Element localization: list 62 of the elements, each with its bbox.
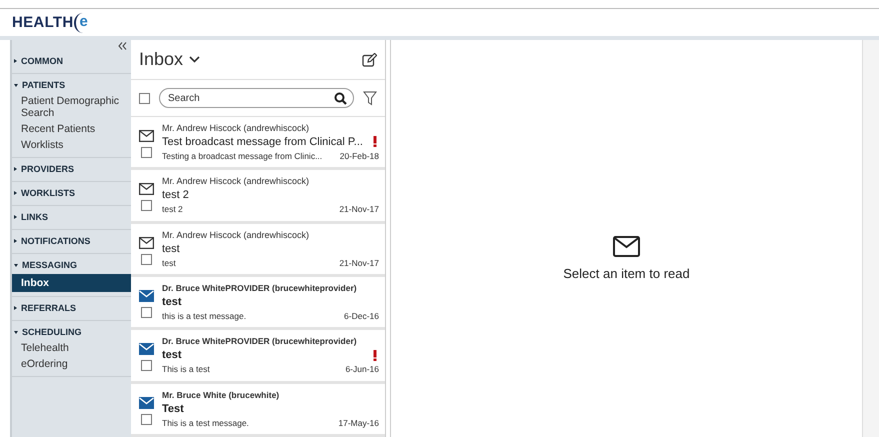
checkbox[interactable] bbox=[141, 200, 152, 212]
section-header[interactable]: SCHEDULING bbox=[12, 324, 131, 340]
message-preview: This is a test message. bbox=[162, 416, 249, 430]
sender-name: Mr. Andrew Hiscock (andrewhiscock) bbox=[162, 175, 310, 188]
message-item[interactable]: Mr. Andrew Hiscock (andrewhiscock) test 2 test 2 21-Nov-17 bbox=[131, 170, 385, 224]
sidebar-item[interactable]: Patient Demographic Search bbox=[12, 93, 131, 121]
filter-icon[interactable] bbox=[363, 90, 377, 106]
message-preview: Testing a broadcast message from Clinic... bbox=[162, 150, 322, 163]
search-icon[interactable] bbox=[334, 92, 347, 106]
sidebar-item[interactable]: Inbox bbox=[12, 274, 131, 292]
logo-text: HEALTH bbox=[12, 14, 74, 31]
section-header[interactable]: PROVIDERS bbox=[12, 161, 131, 177]
section-header[interactable]: WORKLISTS bbox=[12, 185, 131, 201]
select-all-checkbox[interactable] bbox=[139, 92, 150, 104]
message-preview: test 2 bbox=[162, 203, 183, 216]
message-preview: test bbox=[162, 256, 176, 270]
sender-name: Mr. Bruce White (brucewhite) bbox=[162, 388, 280, 401]
checkbox[interactable] bbox=[141, 360, 152, 372]
message-preview: this is a test message. bbox=[162, 310, 246, 323]
message-item[interactable]: Dr. Bruce WhitePROVIDER (brucewhiteprovider) test This is a test 6-Jun-16 bbox=[131, 330, 385, 384]
message-subject: Test broadcast message from Clinical P... bbox=[162, 134, 363, 150]
logo-mark: e bbox=[74, 12, 92, 32]
message-subject: test bbox=[162, 294, 182, 310]
message-date: 6-Dec-16 bbox=[344, 310, 379, 323]
sidebar-item[interactable]: Worklists bbox=[12, 137, 131, 153]
checkbox[interactable] bbox=[141, 254, 152, 265]
folder-dropdown[interactable]: Inbox bbox=[139, 49, 200, 70]
message-date: 17-May-16 bbox=[338, 416, 379, 430]
chevron-icon[interactable] bbox=[189, 56, 200, 64]
compose-icon[interactable] bbox=[362, 52, 377, 67]
section-header[interactable]: COMMON bbox=[12, 53, 131, 69]
checkbox[interactable] bbox=[141, 306, 152, 318]
message-subject: test bbox=[162, 348, 182, 364]
search-field[interactable]: Search bbox=[159, 88, 354, 108]
message-item[interactable]: Mr. Bruce White (brucewhite) Test This is a test message. 17-May-16 bbox=[131, 384, 385, 437]
sender-name: Mr. Andrew Hiscock (andrewhiscock) bbox=[162, 122, 310, 134]
message-date: 6-Jun-16 bbox=[345, 363, 379, 376]
sidebar-item[interactable]: Telehealth bbox=[12, 340, 131, 356]
envelope-icon bbox=[613, 236, 640, 257]
message-item[interactable]: Dr. Bruce WhitePROVIDER (brucewhiteprovider) test this is a test message. 6-Dec-16 bbox=[131, 276, 385, 330]
section-header[interactable]: LINKS bbox=[12, 209, 131, 225]
message-subject: test 2 bbox=[162, 188, 189, 204]
checkbox[interactable] bbox=[141, 146, 152, 158]
section-header[interactable]: MESSAGING bbox=[12, 257, 131, 273]
empty-state-text: Select an item to read bbox=[563, 266, 690, 281]
message-date: 21-Nov-17 bbox=[339, 256, 379, 270]
message-date: 21-Nov-17 bbox=[339, 203, 379, 216]
checkbox[interactable] bbox=[141, 414, 152, 425]
message-item[interactable]: Mr. Andrew Hiscock (andrewhiscock) Test broadcast message from Clinical P... Testing a broadcast message from Clinic... 20-Feb-18 bbox=[131, 116, 385, 170]
message-preview: This is a test bbox=[162, 363, 210, 376]
section-header[interactable]: NOTIFICATIONS bbox=[12, 233, 131, 249]
sidebar-item[interactable]: eOrdering bbox=[12, 356, 131, 372]
message-item[interactable]: Mr. Andrew Hiscock (andrewhiscock) test test 21-Nov-17 bbox=[131, 224, 385, 277]
message-subject: Test bbox=[162, 402, 184, 417]
message-date: 20-Feb-18 bbox=[340, 150, 379, 163]
sender-name: Dr. Bruce WhitePROVIDER (brucewhiteprovider) bbox=[162, 282, 358, 294]
section-header[interactable]: REFERRALS bbox=[12, 300, 131, 316]
section-header[interactable]: PATIENTS bbox=[12, 77, 131, 93]
sender-name: Dr. Bruce WhitePROVIDER (brucewhiteprovider) bbox=[162, 335, 358, 348]
sender-name: Mr. Andrew Hiscock (andrewhiscock) bbox=[162, 228, 310, 241]
sidebar-item[interactable]: Recent Patients bbox=[12, 121, 131, 137]
message-subject: test bbox=[162, 242, 180, 257]
